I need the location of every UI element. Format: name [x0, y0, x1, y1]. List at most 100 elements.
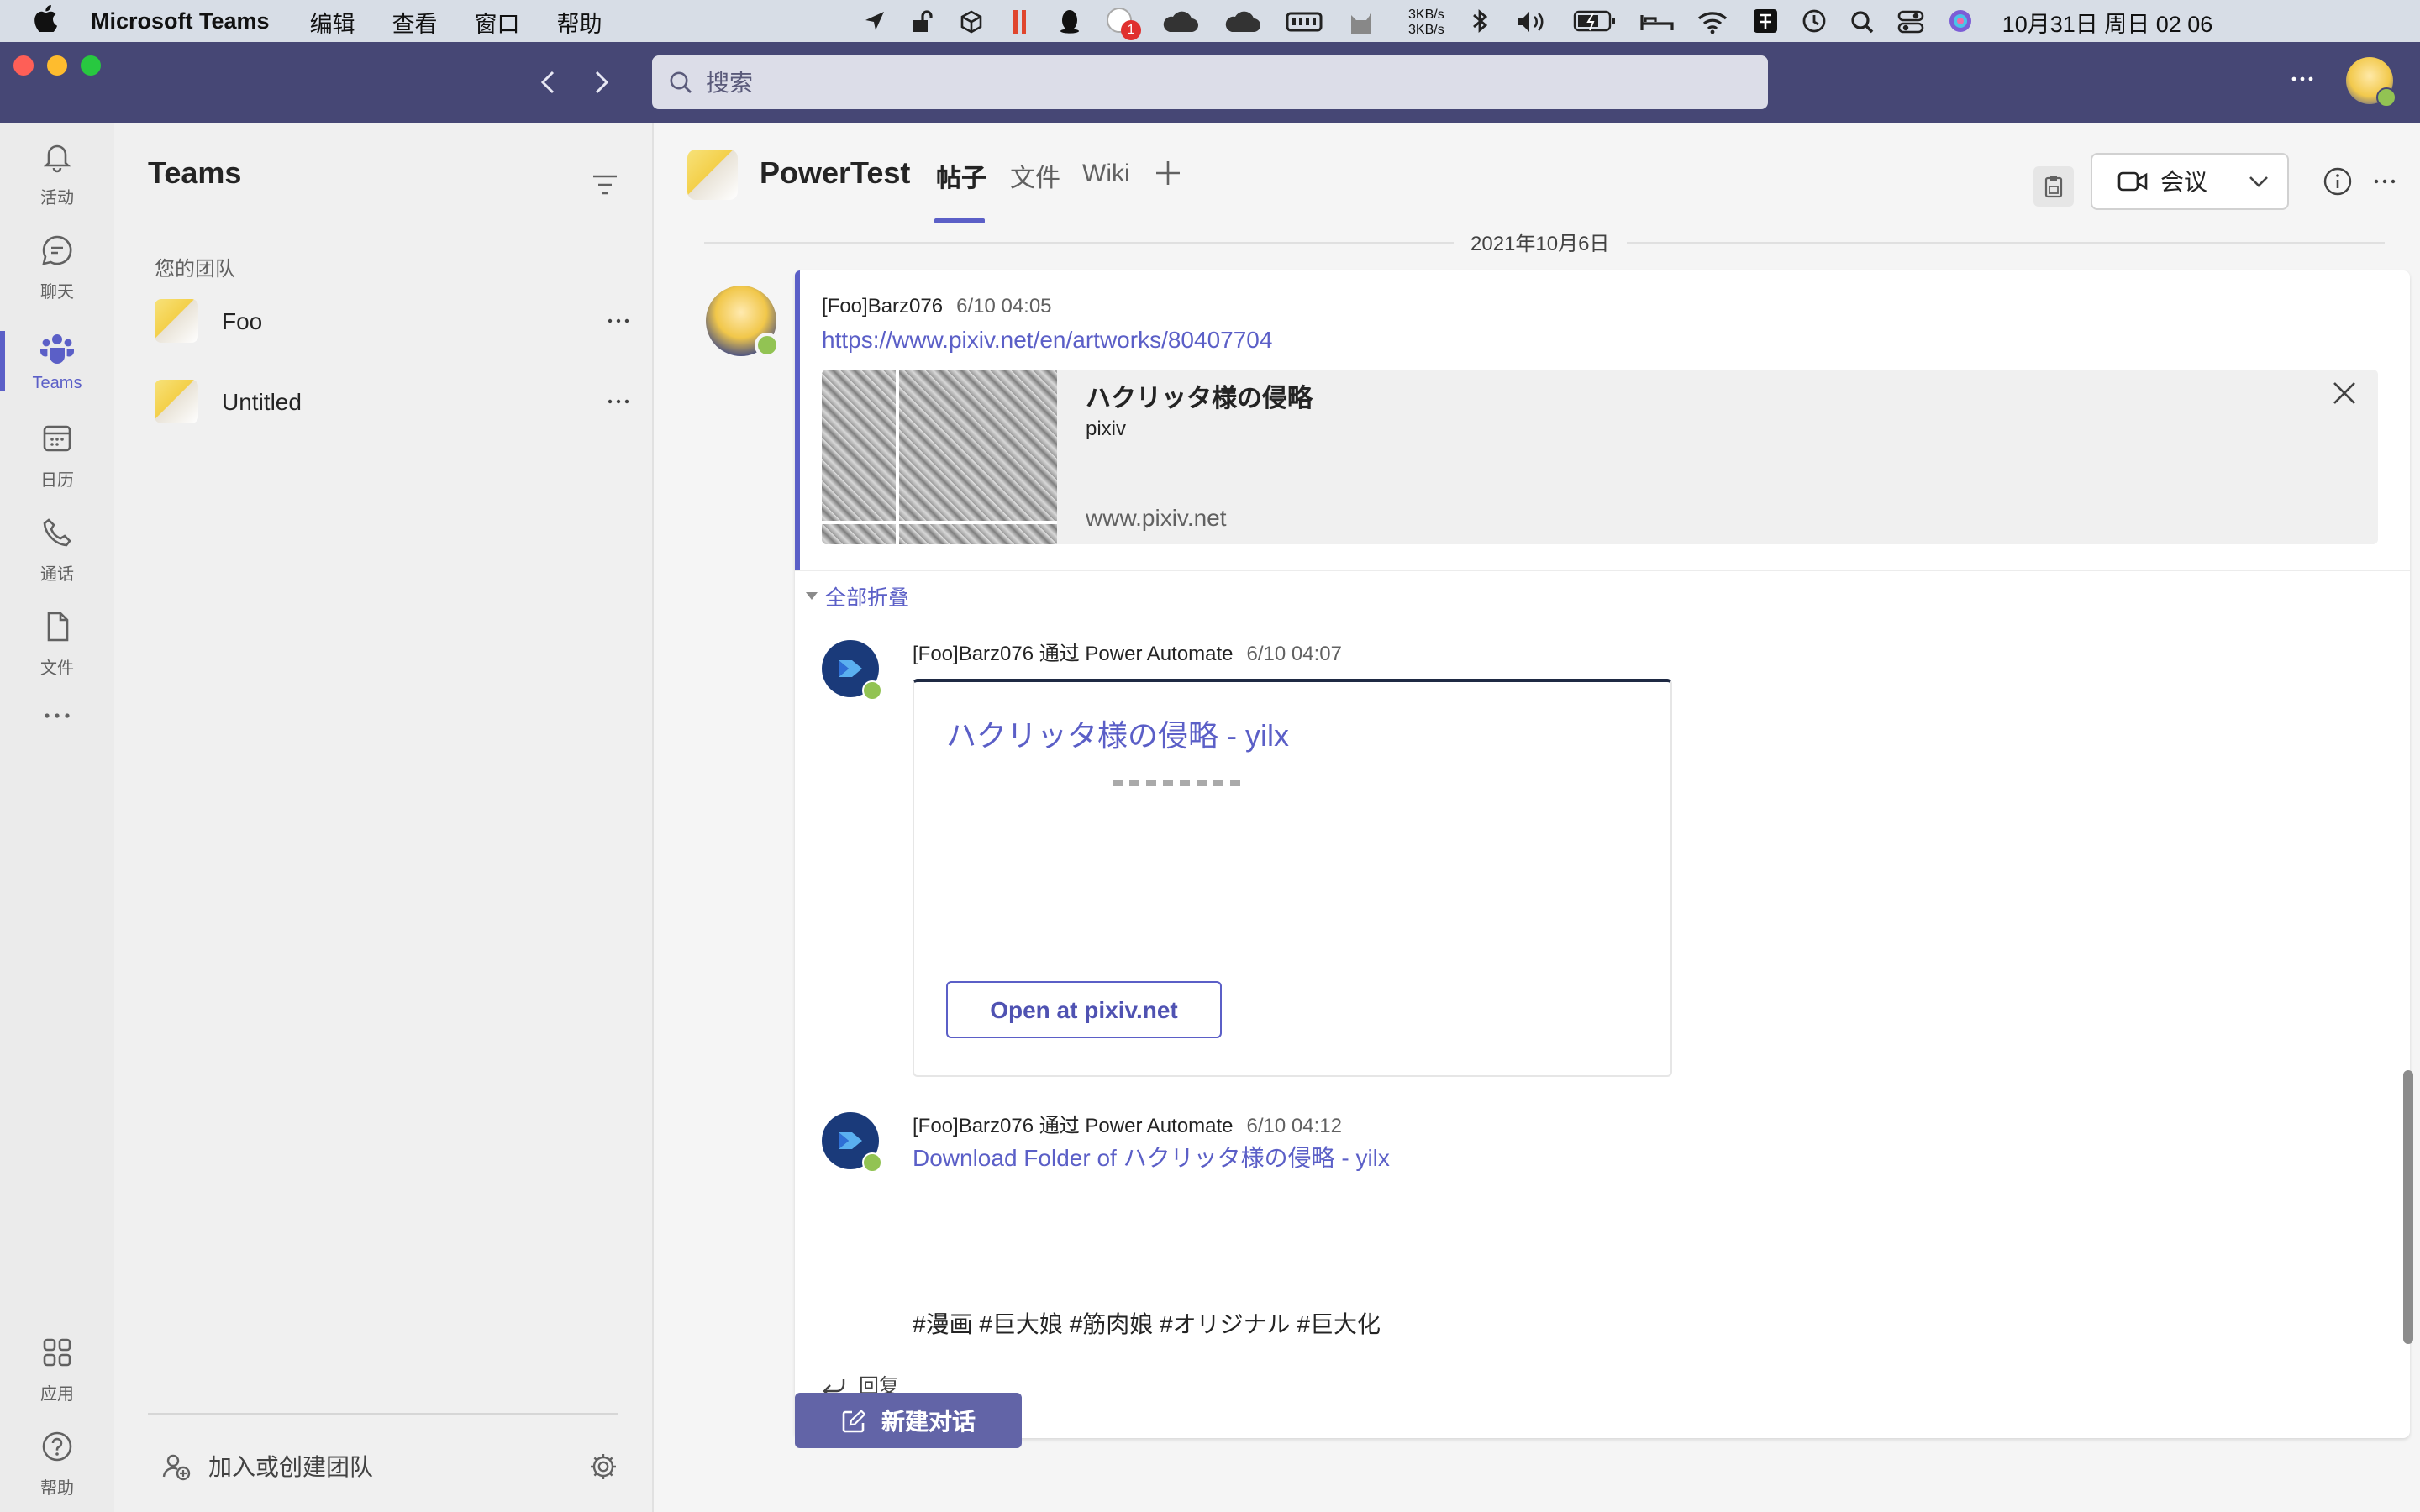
info-icon[interactable]: [2323, 166, 2353, 197]
add-tab-icon[interactable]: [1153, 158, 1183, 188]
rail-item-teams[interactable]: Teams: [0, 314, 114, 408]
team-item-foo[interactable]: Foo: [155, 287, 635, 354]
tab-posts[interactable]: 帖子: [934, 160, 986, 223]
cloud-2-icon[interactable]: [1222, 9, 1262, 33]
pause-bars-icon[interactable]: [1007, 9, 1034, 33]
presence-available-icon: [755, 333, 780, 358]
new-conversation-button[interactable]: 新建对话: [795, 1393, 1022, 1448]
time-machine-icon[interactable]: [1801, 9, 1828, 33]
caret-down-icon: [805, 591, 818, 601]
volume-icon[interactable]: [1517, 9, 1550, 33]
back-arrow-icon[interactable]: [538, 69, 561, 104]
cat-icon[interactable]: [1346, 9, 1380, 33]
preview-thumbnail: [822, 370, 1057, 544]
memory-icon[interactable]: [1284, 9, 1324, 33]
rail-item-chat[interactable]: 聊天: [0, 220, 114, 314]
wifi-icon[interactable]: [1697, 9, 1730, 33]
close-icon[interactable]: [2333, 381, 2356, 405]
minimize-window-button[interactable]: [47, 55, 67, 76]
rail-item-files[interactable]: 文件: [0, 596, 114, 690]
menu-view[interactable]: 查看: [392, 4, 438, 38]
netspeed-readout: 3KB/s 3KB/s: [1408, 6, 1444, 36]
menu-help[interactable]: 帮助: [557, 4, 602, 38]
mac-menubar: Microsoft Teams 编辑 查看 窗口 帮助 1 3KB/s 3KB/…: [0, 0, 2420, 42]
netspeed-up: 3KB/s: [1408, 6, 1444, 21]
search-input[interactable]: 搜索: [652, 55, 1768, 109]
broken-image: [1113, 780, 1240, 786]
bluetooth-icon[interactable]: [1468, 8, 1495, 34]
more-options-icon[interactable]: [2289, 66, 2316, 97]
apple-icon[interactable]: [34, 4, 57, 38]
reply-author[interactable]: [Foo]Barz076 通过 Power Automate: [913, 1114, 1234, 1137]
rail-more-apps-button[interactable]: [0, 687, 114, 754]
more-options-icon[interactable]: [605, 396, 632, 407]
rail-item-calendar[interactable]: 日历: [0, 408, 114, 502]
menu-app-name[interactable]: Microsoft Teams: [91, 8, 270, 34]
pane-divider: [148, 1413, 618, 1415]
bed-icon[interactable]: [1641, 9, 1675, 33]
battery-icon[interactable]: [1572, 9, 1619, 33]
more-options-icon[interactable]: [605, 316, 632, 326]
video-camera-icon: [2117, 170, 2147, 193]
menu-window[interactable]: 窗口: [475, 4, 520, 38]
thread-card: [Foo]Barz076 6/10 04:05 https://www.pixiv…: [795, 270, 2410, 1438]
presence-available-icon: [2376, 87, 2396, 108]
notification-app-icon[interactable]: 1: [1104, 7, 1141, 39]
open-at-pixiv-button[interactable]: Open at pixiv.net: [946, 981, 1222, 1038]
help-icon: [40, 1429, 74, 1473]
tab-wiki[interactable]: Wiki: [1082, 160, 1130, 188]
tab-files[interactable]: 文件: [1010, 160, 1060, 195]
qq-penguin-icon[interactable]: [1055, 9, 1082, 34]
team-name: Foo: [222, 307, 263, 334]
reply-meta: [Foo]Barz076 通过 Power Automate 6/10 04:12: [913, 1110, 1342, 1139]
team-avatar: [155, 380, 198, 423]
cloud-icon[interactable]: [1160, 9, 1200, 33]
cube-icon[interactable]: [958, 9, 985, 33]
clipboard-icon[interactable]: [2033, 166, 2074, 207]
filter-icon[interactable]: [592, 173, 618, 203]
bell-icon: [40, 139, 74, 182]
reply-time: 6/10 04:12: [1246, 1114, 1342, 1137]
download-folder-link[interactable]: Download Folder of ハクリッタ様の侵略 - yilx: [913, 1141, 1390, 1174]
author-avatar[interactable]: [706, 286, 780, 358]
zoom-window-button[interactable]: [81, 55, 101, 76]
input-method-icon[interactable]: [1752, 9, 1779, 33]
gear-icon[interactable]: [588, 1452, 618, 1482]
close-window-button[interactable]: [13, 55, 34, 76]
control-center-icon[interactable]: [1898, 9, 1925, 33]
more-options-icon[interactable]: [2371, 176, 2398, 186]
author-name[interactable]: [Foo]Barz076: [822, 294, 943, 318]
collapse-all-button[interactable]: 全部折叠: [805, 580, 909, 612]
scrollbar-thumb[interactable]: [2403, 1070, 2413, 1344]
meeting-button[interactable]: 会议: [2091, 153, 2233, 210]
siri-icon[interactable]: [1947, 9, 1974, 33]
add-people-icon: [161, 1452, 192, 1482]
join-label: 加入或创建团队: [208, 1453, 373, 1480]
link-preview[interactable]: ハクリッタ様の侵略 pixiv www.pixiv.net: [822, 370, 2378, 544]
forward-arrow-icon[interactable]: [588, 69, 612, 104]
post-url-link[interactable]: https://www.pixiv.net/en/artworks/804077…: [822, 326, 1272, 353]
spotlight-search-icon[interactable]: [1849, 9, 1876, 33]
rail-label-apps: 应用: [40, 1385, 74, 1404]
rail-label-help: 帮助: [40, 1479, 74, 1498]
compose-icon: [841, 1409, 865, 1432]
power-automate-avatar[interactable]: [822, 640, 882, 701]
location-icon[interactable]: [860, 9, 887, 33]
reply-author[interactable]: [Foo]Barz076 通过 Power Automate: [913, 642, 1234, 665]
menu-edit[interactable]: 编辑: [310, 4, 355, 38]
reply-tags: #漫画 #巨大娘 #筋肉娘 #オリジナル #巨大化: [913, 1310, 1381, 1337]
user-avatar[interactable]: [2346, 57, 2396, 108]
presence-available-icon: [862, 680, 882, 701]
meeting-dropdown-button[interactable]: [2230, 153, 2289, 210]
rail-item-help[interactable]: 帮助: [0, 1416, 114, 1510]
rail-item-activity[interactable]: 活动: [0, 126, 114, 220]
rail-item-calls[interactable]: 通话: [0, 502, 114, 596]
netspeed-down: 3KB/s: [1408, 21, 1444, 36]
power-automate-avatar[interactable]: [822, 1112, 882, 1173]
menubar-datetime[interactable]: 10月31日 周日 02 06: [2002, 4, 2213, 38]
team-item-untitled[interactable]: Untitled: [155, 368, 635, 435]
unlock-icon[interactable]: [909, 9, 936, 33]
join-or-create-team-button[interactable]: 加入或创建团队: [161, 1450, 373, 1483]
rail-item-apps[interactable]: 应用: [0, 1322, 114, 1416]
section-label: 您的团队: [155, 257, 236, 281]
